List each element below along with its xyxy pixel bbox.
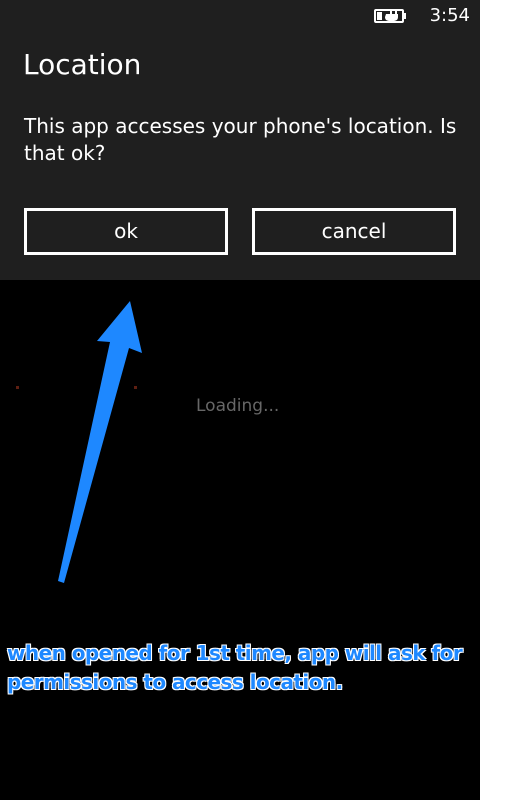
ok-button[interactable]: ok xyxy=(24,208,228,255)
annotation-text: when opened for 1st time, app will ask f… xyxy=(7,639,517,697)
status-bar: 3:54 xyxy=(373,4,470,28)
cancel-button[interactable]: cancel xyxy=(252,208,456,255)
dialog-title: Location xyxy=(23,48,142,81)
loading-indicator-dot xyxy=(16,386,19,389)
status-time: 3:54 xyxy=(429,5,470,26)
loading-text: Loading... xyxy=(196,396,280,416)
location-permission-dialog: 3:54 Location This app accesses your pho… xyxy=(0,0,480,280)
annotation-line-1: when opened for 1st time, app will ask f… xyxy=(7,641,463,665)
battery-charging-icon xyxy=(373,9,406,23)
loading-indicator-dot xyxy=(134,386,137,389)
annotation-line-2: permissions to access location. xyxy=(7,670,343,694)
dialog-message: This app accesses your phone's location.… xyxy=(24,114,457,165)
